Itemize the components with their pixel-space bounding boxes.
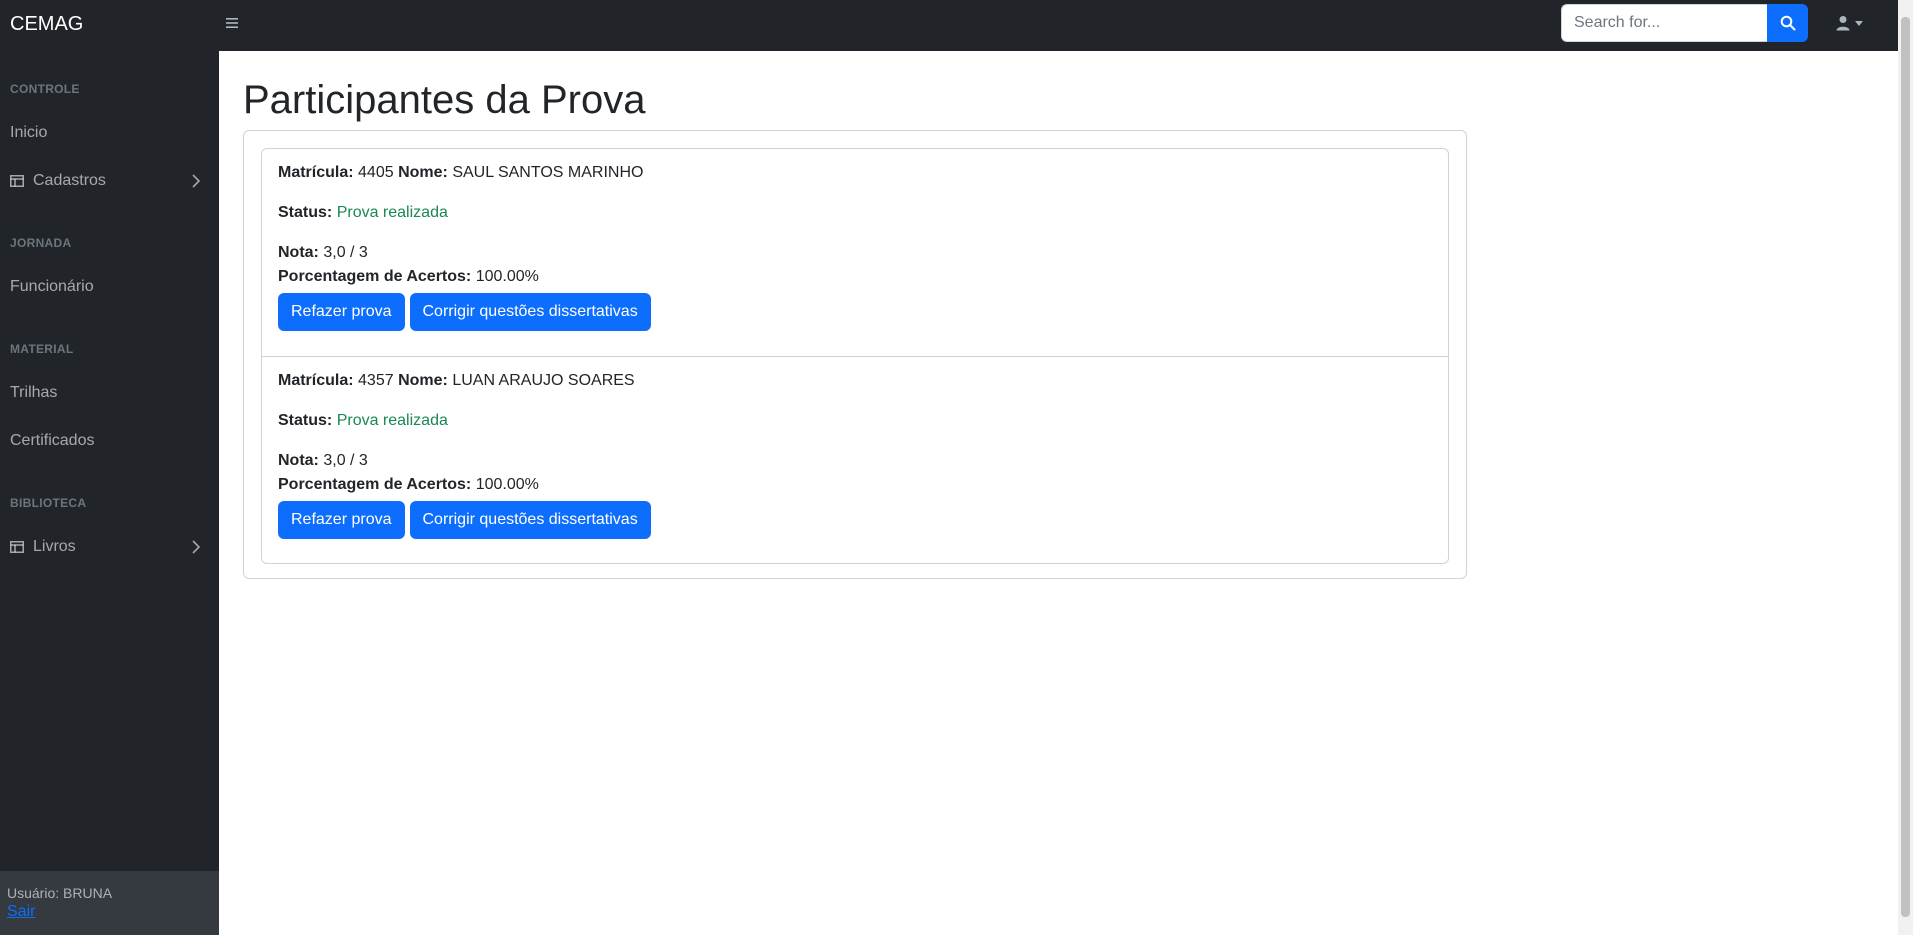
sidebar-item-label: Certificados <box>10 432 95 449</box>
nome-label: Nome: <box>398 164 448 181</box>
matricula-label: Matrícula: <box>278 164 354 181</box>
porcentagem-label: Porcentagem de Acertos: <box>278 476 472 493</box>
sidebar-heading-material: MATERIAL <box>10 342 74 356</box>
sidebar-item-label: Livros <box>33 538 76 555</box>
redo-exam-button[interactable]: Refazer prova <box>278 501 405 539</box>
nota-value: 3,0 / 3 <box>323 452 368 469</box>
action-buttons: Refazer prova Corrigir questões disserta… <box>278 293 1432 331</box>
sidebar-heading-controle: CONTROLE <box>10 82 80 96</box>
user-dropdown-toggle[interactable] <box>1835 13 1863 33</box>
sidebar-item-label: Inicio <box>10 124 48 141</box>
scrollbar-thumb[interactable] <box>1901 17 1910 917</box>
logout-link[interactable]: Sair <box>7 903 35 921</box>
page-scrollbar[interactable] <box>1898 0 1913 935</box>
logged-user-text: Usuário: BRUNA <box>7 885 113 901</box>
sidebar-item-funcionario[interactable]: Funcionário <box>0 267 219 307</box>
caret-down-icon <box>1855 20 1863 26</box>
participants-list: Matrícula: 4405 Nome: SAUL SANTOS MARINH… <box>261 148 1449 564</box>
bars-icon <box>226 18 238 28</box>
nome-label: Nome: <box>398 372 448 389</box>
participant-id-line: Matrícula: 4357 Nome: LUAN ARAUJO SOARES <box>278 369 1432 393</box>
sidebar-item-label: Funcionário <box>10 278 94 295</box>
search-input[interactable] <box>1561 4 1767 42</box>
sidebar-item-label: Trilhas <box>10 384 58 401</box>
user-icon <box>1836 16 1850 31</box>
participant-id-line: Matrícula: 4405 Nome: SAUL SANTOS MARINH… <box>278 161 1432 185</box>
matricula-value: 4405 <box>358 164 394 181</box>
action-buttons: Refazer prova Corrigir questões disserta… <box>278 501 1432 539</box>
sidebar-footer: Usuário: BRUNA Sair <box>0 871 219 935</box>
nota-label: Nota: <box>278 452 319 469</box>
chevron-right-icon <box>192 540 201 554</box>
nota-line: Nota: 3,0 / 3 <box>278 449 1432 473</box>
sidebar-item-cadastros[interactable]: Cadastros <box>0 161 219 201</box>
porcentagem-line: Porcentagem de Acertos: 100.00% <box>278 473 1432 497</box>
status-label: Status: <box>278 412 333 429</box>
sidebar-toggle-button[interactable] <box>225 13 243 33</box>
page-title: Participantes da Prova <box>243 78 646 122</box>
participants-card: Matrícula: 4405 Nome: SAUL SANTOS MARINH… <box>243 130 1467 579</box>
status-label: Status: <box>278 204 333 221</box>
matricula-label: Matrícula: <box>278 372 354 389</box>
porcentagem-value: 100.00% <box>475 476 539 493</box>
sidebar: CONTROLE Inicio Cadastros JORNADA Funcio… <box>0 51 219 935</box>
porcentagem-value: 100.00% <box>475 268 539 285</box>
nota-value: 3,0 / 3 <box>323 244 368 261</box>
sidebar-item-livros[interactable]: Livros <box>0 527 219 567</box>
chevron-right-icon <box>192 174 201 188</box>
redo-exam-button[interactable]: Refazer prova <box>278 293 405 331</box>
table-icon <box>10 539 26 555</box>
table-icon <box>10 173 26 189</box>
nota-line: Nota: 3,0 / 3 <box>278 241 1432 265</box>
status-value: Prova realizada <box>336 204 448 221</box>
sidebar-heading-biblioteca: BIBLIOTECA <box>10 496 87 510</box>
porcentagem-label: Porcentagem de Acertos: <box>278 268 472 285</box>
porcentagem-line: Porcentagem de Acertos: 100.00% <box>278 265 1432 289</box>
top-navbar: CEMAG <box>0 0 1913 51</box>
grade-essay-button[interactable]: Corrigir questões dissertativas <box>409 293 651 331</box>
grade-essay-button[interactable]: Corrigir questões dissertativas <box>409 501 651 539</box>
participant-item: Matrícula: 4357 Nome: LUAN ARAUJO SOARES… <box>262 356 1448 563</box>
search-form <box>1561 4 1808 42</box>
sidebar-item-label: Cadastros <box>33 172 106 189</box>
nota-label: Nota: <box>278 244 319 261</box>
matricula-value: 4357 <box>358 372 394 389</box>
participant-item: Matrícula: 4405 Nome: SAUL SANTOS MARINH… <box>262 149 1448 356</box>
search-icon <box>1780 15 1795 31</box>
sidebar-heading-jornada: JORNADA <box>10 236 72 250</box>
brand-logo[interactable]: CEMAG <box>10 13 83 36</box>
nome-value: SAUL SANTOS MARINHO <box>452 164 644 181</box>
sidebar-item-trilhas[interactable]: Trilhas <box>0 373 219 413</box>
status-line: Status: Prova realizada <box>278 409 1432 433</box>
status-value: Prova realizada <box>336 412 448 429</box>
nome-value: LUAN ARAUJO SOARES <box>452 372 635 389</box>
sidebar-item-certificados[interactable]: Certificados <box>0 421 219 461</box>
sidebar-item-inicio[interactable]: Inicio <box>0 113 219 153</box>
search-button[interactable] <box>1767 4 1808 42</box>
status-line: Status: Prova realizada <box>278 201 1432 225</box>
